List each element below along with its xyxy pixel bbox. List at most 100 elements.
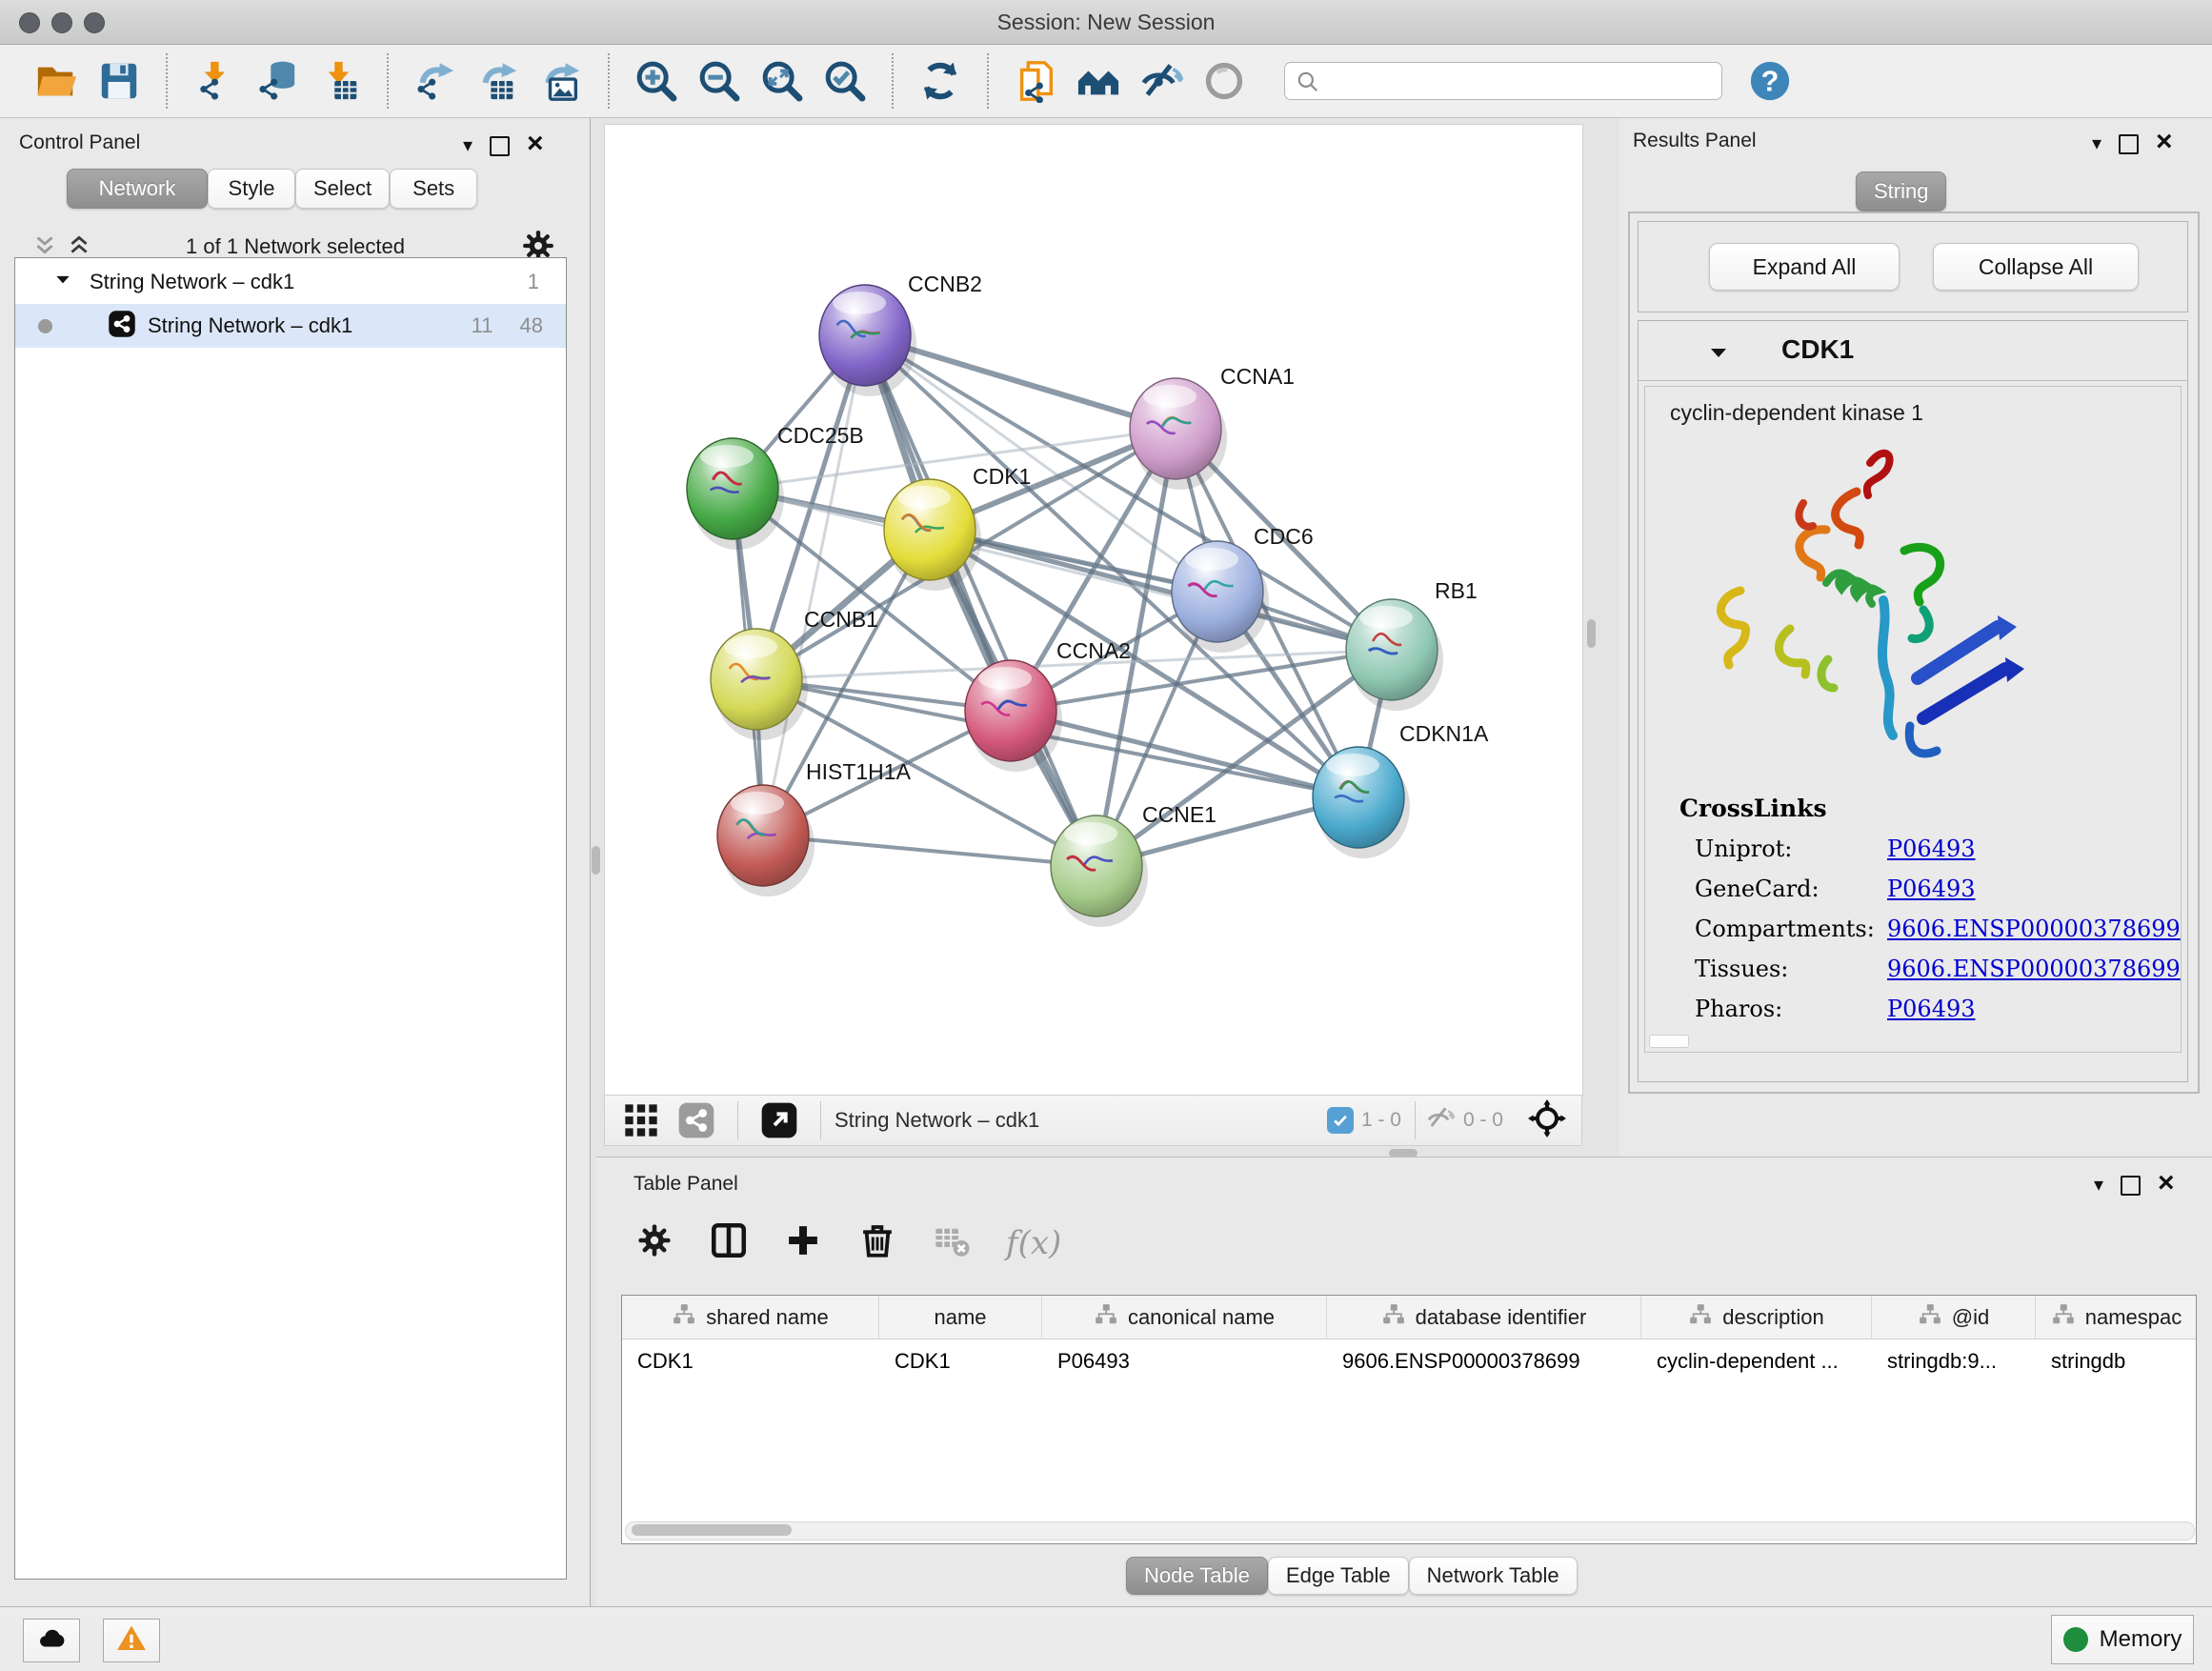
export-table-icon[interactable]: [475, 58, 521, 104]
tab-string[interactable]: String: [1856, 171, 1946, 211]
network-document-icon[interactable]: [1013, 58, 1058, 104]
zoom-fit-content-icon[interactable]: [759, 58, 805, 104]
close-panel-icon[interactable]: ×: [2156, 128, 2173, 156]
show-graphics-details-icon[interactable]: [1076, 58, 1121, 104]
tab-node-table[interactable]: Node Table: [1126, 1557, 1268, 1595]
selected-nodes-checkbox[interactable]: [1327, 1107, 1354, 1134]
cell[interactable]: CDK1: [879, 1339, 1042, 1382]
node-RB1[interactable]: [1346, 599, 1443, 711]
crosslinks-section: CrossLinks Uniprot:P06493GeneCard:P06493…: [1679, 795, 2181, 1022]
zoom-in-icon[interactable]: [633, 58, 679, 104]
float-panel-icon[interactable]: ▾: [2092, 134, 2101, 153]
import-table-from-file-icon[interactable]: [317, 58, 363, 104]
column-header-database-identifier[interactable]: database identifier: [1327, 1296, 1641, 1339]
node-CDC25B[interactable]: [687, 438, 784, 550]
undock-panel-icon[interactable]: [490, 136, 510, 156]
zoom-selected-icon[interactable]: [822, 58, 868, 104]
tab-sets[interactable]: Sets: [390, 169, 477, 209]
search-input[interactable]: [1284, 62, 1722, 100]
selected-counter: 1 - 0: [1361, 1109, 1401, 1132]
cell[interactable]: P06493: [1042, 1339, 1327, 1382]
crosslink-link[interactable]: P06493: [1887, 996, 1976, 1022]
close-panel-icon[interactable]: ×: [2158, 1169, 2175, 1198]
close-panel-icon[interactable]: ×: [527, 130, 544, 158]
crosslink-link[interactable]: P06493: [1887, 836, 1976, 862]
export-network-icon[interactable]: [412, 58, 458, 104]
column-header-@id[interactable]: @id: [1872, 1296, 2036, 1339]
crosslink-link[interactable]: 9606.ENSP00000378699: [1887, 956, 2181, 982]
float-panel-icon[interactable]: ▾: [2094, 1176, 2103, 1195]
right-splitter-handle[interactable]: [1587, 619, 1596, 648]
import-network-from-database-icon[interactable]: [254, 58, 300, 104]
tab-network-table[interactable]: Network Table: [1409, 1557, 1578, 1595]
edge-CCNB2-CCNE1[interactable]: [865, 335, 1096, 866]
tab-select[interactable]: Select: [295, 169, 390, 209]
node-CCNB2[interactable]: [819, 285, 916, 396]
collapse-section-icon[interactable]: [1707, 342, 1730, 370]
node-CDKN1A[interactable]: [1313, 747, 1410, 858]
table-hscrollbar[interactable]: [625, 1521, 2195, 1540]
tree-expand-icon[interactable]: [53, 271, 72, 294]
column-header-name[interactable]: name: [879, 1296, 1042, 1339]
undock-panel-icon[interactable]: [2119, 134, 2139, 154]
expand-all-button[interactable]: Expand All: [1709, 243, 1900, 291]
node-HIST1H1A[interactable]: [717, 785, 814, 896]
undock-panel-icon[interactable]: [2121, 1176, 2141, 1196]
cloud-button[interactable]: [23, 1619, 80, 1662]
save-session-icon[interactable]: [96, 58, 142, 104]
results-scrollbar-thumb[interactable]: [1649, 1035, 1689, 1048]
tab-edge-table[interactable]: Edge Table: [1268, 1557, 1409, 1595]
crosslink-row: Tissues:9606.ENSP00000378699: [1679, 956, 2181, 982]
tab-network[interactable]: Network: [67, 169, 208, 209]
network-collection-row[interactable]: String Network – cdk1 1: [15, 260, 566, 304]
memory-button[interactable]: Memory: [2051, 1615, 2194, 1664]
network-share-icon[interactable]: [677, 1101, 715, 1139]
collapse-all-button[interactable]: Collapse All: [1933, 243, 2139, 291]
zoom-out-icon[interactable]: [696, 58, 742, 104]
delete-column-icon[interactable]: [857, 1220, 897, 1265]
node-table[interactable]: shared namenamecanonical namedatabase id…: [621, 1295, 2197, 1544]
column-header-namespac[interactable]: namespac: [2036, 1296, 2197, 1339]
hide-selected-icon[interactable]: [1138, 58, 1184, 104]
left-splitter-handle[interactable]: [592, 846, 600, 875]
node-CCNE1[interactable]: [1051, 815, 1148, 927]
edge-CDK1-RB1[interactable]: [930, 530, 1392, 650]
help-icon[interactable]: ?: [1747, 58, 1793, 104]
column-type-icon: [2051, 1302, 2076, 1333]
network-view-canvas[interactable]: CCNB2CCNA1CDC25BCDK1CDC6RB1CCNB1CCNA2CDK…: [604, 124, 1583, 1096]
node-CCNA1[interactable]: [1130, 378, 1227, 490]
create-column-icon[interactable]: [783, 1220, 823, 1265]
birdseye-toggle-icon[interactable]: [1528, 1099, 1566, 1142]
export-image-icon[interactable]: [538, 58, 584, 104]
warning-button[interactable]: [103, 1619, 160, 1662]
toggle-sphere-icon[interactable]: [1201, 58, 1247, 104]
tab-style[interactable]: Style: [208, 169, 295, 209]
import-network-from-file-icon[interactable]: [191, 58, 237, 104]
table-options-icon[interactable]: [634, 1220, 674, 1265]
show-columns-icon[interactable]: [709, 1220, 749, 1265]
cell[interactable]: CDK1: [622, 1339, 879, 1382]
status-bar: Memory: [0, 1606, 2212, 1671]
open-in-new-window-icon[interactable]: [760, 1101, 798, 1139]
protein-card-header[interactable]: CDK1: [1639, 321, 2187, 381]
crosslink-link[interactable]: 9606.ENSP00000378699: [1887, 916, 2181, 942]
column-header-shared-name[interactable]: shared name: [622, 1296, 879, 1339]
network-graph[interactable]: CCNB2CCNA1CDC25BCDK1CDC6RB1CCNB1CCNA2CDK…: [605, 125, 1582, 1095]
cell[interactable]: cyclin-dependent ...: [1641, 1339, 1872, 1382]
toolbar-separator: [387, 53, 389, 109]
column-header-description[interactable]: description: [1641, 1296, 1872, 1339]
grid-view-icon[interactable]: [622, 1101, 660, 1139]
node-CCNA2[interactable]: [965, 660, 1062, 772]
network-row[interactable]: String Network – cdk1 1148: [15, 304, 566, 348]
float-panel-icon[interactable]: ▾: [463, 136, 473, 155]
node-CDK1[interactable]: [884, 479, 981, 591]
cell[interactable]: stringdb:9...: [1872, 1339, 2036, 1382]
node-label-CDKN1A: CDKN1A: [1399, 721, 1489, 746]
cell[interactable]: 9606.ENSP00000378699: [1327, 1339, 1641, 1382]
table-hscrollbar-thumb[interactable]: [632, 1524, 792, 1536]
column-header-canonical-name[interactable]: canonical name: [1042, 1296, 1327, 1339]
open-session-icon[interactable]: [33, 58, 79, 104]
crosslink-link[interactable]: P06493: [1887, 876, 1976, 902]
cell[interactable]: stringdb: [2036, 1339, 2197, 1382]
refresh-view-icon[interactable]: [917, 58, 963, 104]
